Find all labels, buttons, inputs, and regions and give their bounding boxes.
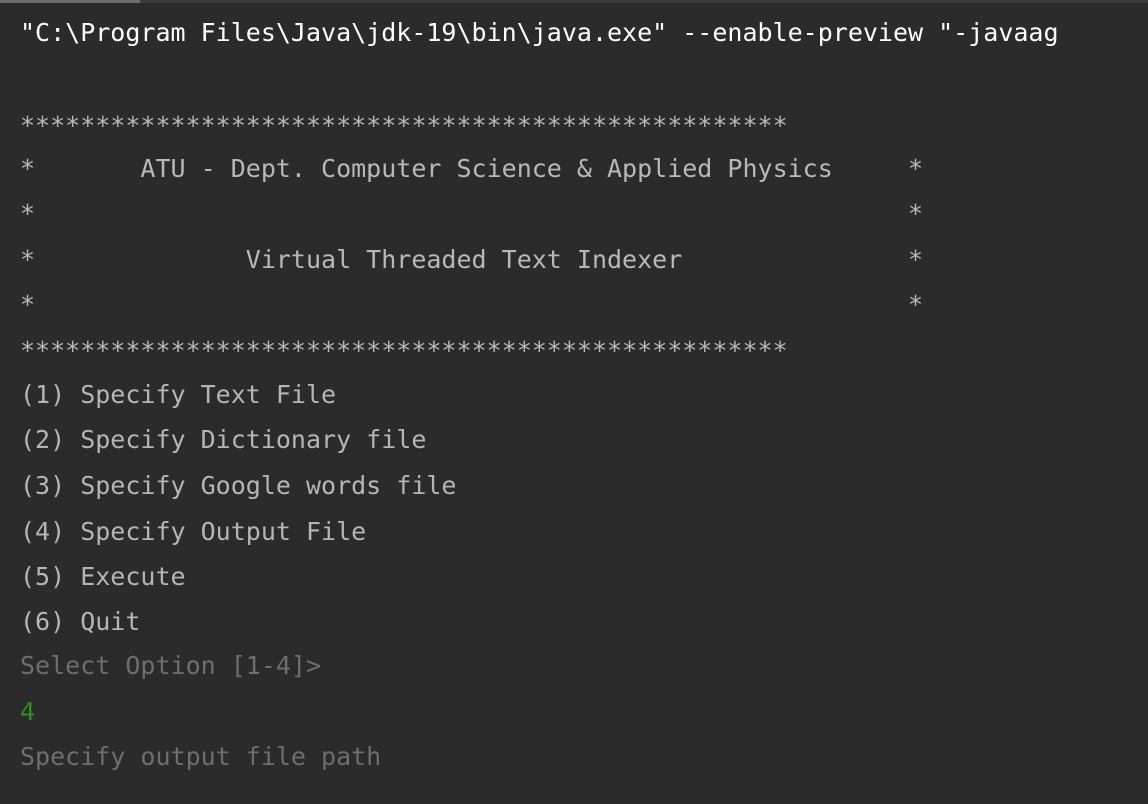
menu-item-execute: (5) Execute <box>20 562 186 591</box>
console-top-edge <box>0 0 1148 3</box>
menu-item-specify-text-file: (1) Specify Text File <box>20 380 337 409</box>
banner-line-org: * ATU - Dept. Computer Science & Applied… <box>20 154 924 183</box>
menu-item-specify-output-file: (4) Specify Output File <box>20 517 367 546</box>
menu-item-specify-google-words-file: (3) Specify Google words file <box>20 471 457 500</box>
select-option-prompt: Select Option [1-4]> <box>20 651 322 680</box>
output-path-prompt: Specify output file path <box>20 742 382 771</box>
banner-line-title: * Virtual Threaded Text Indexer * <box>20 245 924 274</box>
banner-border-top: ****************************************… <box>20 111 788 140</box>
user-input-echo: 4 <box>20 697 36 726</box>
menu-item-quit: (6) Quit <box>20 607 141 636</box>
banner-line-blank-1: * * <box>20 199 924 228</box>
menu-item-specify-dictionary-file: (2) Specify Dictionary file <box>20 425 427 454</box>
run-console[interactable]: "C:\Program Files\Java\jdk-19\bin\java.e… <box>0 0 1148 804</box>
banner-border-bottom: ****************************************… <box>20 336 788 365</box>
console-top-edge-mark <box>0 0 140 3</box>
banner-line-blank-2: * * <box>20 290 924 319</box>
command-line: "C:\Program Files\Java\jdk-19\bin\java.e… <box>20 18 1059 47</box>
